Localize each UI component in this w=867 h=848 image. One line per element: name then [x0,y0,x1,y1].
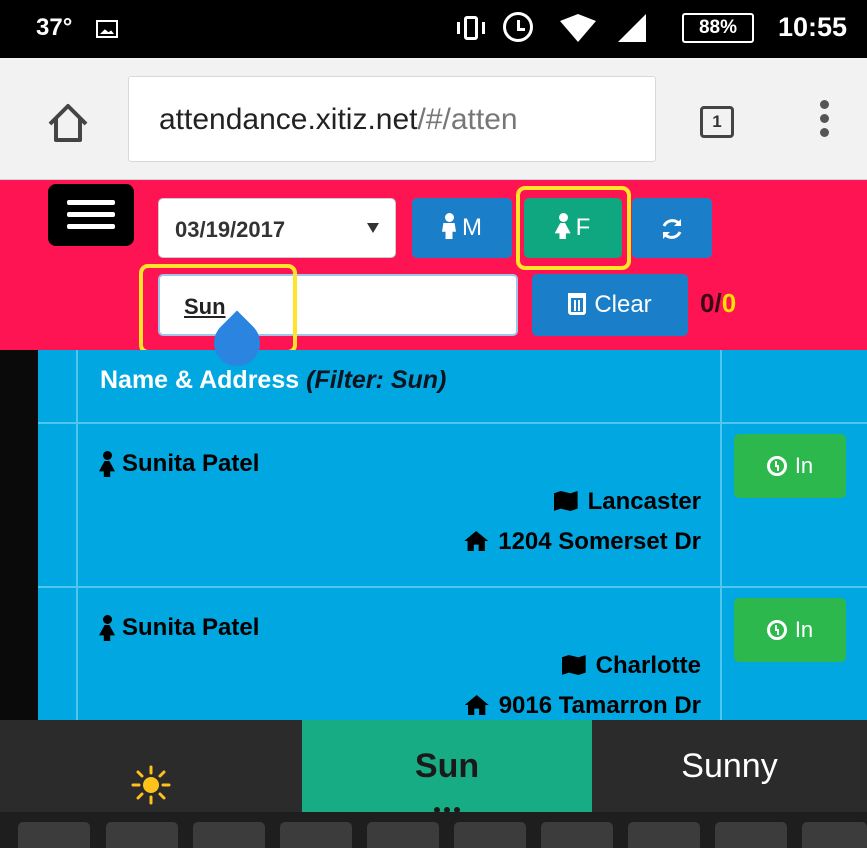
map-icon [561,655,586,675]
battery-icon: 88% [682,13,754,43]
overflow-menu-icon[interactable] [818,100,830,144]
header-filter: (Filter: Sun) [306,366,447,394]
keyboard-key[interactable] [280,822,352,848]
female-icon [100,451,114,475]
attendee-name: Sunita Patel [100,450,259,478]
clear-button[interactable]: Clear [532,274,688,336]
hamburger-menu-icon[interactable] [48,184,134,246]
refresh-icon [662,218,682,239]
refresh-button[interactable] [632,198,712,258]
keyboard-key[interactable] [18,822,90,848]
column-divider [720,424,722,586]
home-icon[interactable] [46,102,90,144]
city-text: Lancaster [587,488,701,515]
vibrate-icon [455,14,487,42]
header-label: Name & Address [100,366,300,394]
column-divider [720,350,722,422]
keyboard-keys [0,812,867,848]
city-text: Charlotte [595,652,701,679]
attendee-city: Charlotte [561,652,701,680]
suggestion-text: Sunny [681,747,778,785]
keyboard-key[interactable] [802,822,867,848]
url-text: attendance.xitiz.net/#/atten [159,103,649,137]
attendance-toolbar: 03/19/2017 M F Sun Clear 0/0 [0,180,867,354]
temperature: 37° [36,14,73,41]
keyboard-key[interactable] [193,822,265,848]
table-row: Sunita Patel Charlotte 9016 Tamarron Dr … [38,586,867,720]
table-row: Sunita Patel Lancaster 1204 Somerset Dr … [38,422,867,586]
home-icon [464,695,489,715]
check-in-button[interactable]: In [734,598,846,662]
name-text: Sunita Patel [122,450,260,477]
clear-label: Clear [594,291,652,318]
header-title: Name & Address (Filter: Sun) [100,366,446,395]
image-icon [96,20,118,38]
status-bar: 37° 88% 10:55 [0,0,867,58]
keyboard-key[interactable] [715,822,787,848]
suggestion-text: Sun [414,747,480,785]
page-content: 03/19/2017 M F Sun Clear 0/0 Name & Addr… [0,180,867,720]
wifi-icon [560,14,596,42]
check-in-label: In [794,453,814,478]
column-divider [38,588,78,720]
sun-emoji-icon [131,748,171,805]
count-total: 0 [721,288,737,318]
url-host: attendance.xitiz.net [159,103,418,136]
tab-switcher-button[interactable]: 1 [700,106,734,138]
clock-icon [766,620,787,640]
keyboard-key[interactable] [628,822,700,848]
address-text: 1204 Somerset Dr [498,528,701,555]
check-in-label: In [794,617,814,642]
count-matched: 0/ [700,288,722,318]
attendee-city: Lancaster [553,488,701,516]
attendee-table: Name & Address (Filter: Sun) Sunita Pate… [38,350,867,720]
column-divider [38,350,78,422]
map-icon [553,491,578,511]
clock-time: 10:55 [778,12,848,42]
check-in-button[interactable]: In [734,434,846,498]
suggestion-sun-emoji[interactable] [0,720,302,812]
trash-icon [568,293,587,315]
alarm-icon [503,12,533,42]
clock-icon [766,456,787,476]
suggestion-secondary[interactable]: Sunny [592,720,867,812]
male-icon [442,213,456,239]
column-divider [720,588,722,720]
attendee-name: Sunita Patel [100,614,259,642]
attendee-address: 9016 Tamarron Dr [464,692,701,720]
keyboard-key[interactable] [367,822,439,848]
suggestion-primary[interactable]: Sun [302,720,592,813]
date-value: 03/19/2017 [175,217,286,242]
keyboard-suggestion-bar: Sun Sunny [0,720,867,813]
result-count: 0/0 [700,288,736,319]
female-icon [100,615,114,639]
url-bar[interactable]: attendance.xitiz.net/#/atten [128,76,656,162]
signal-icon [618,14,646,42]
browser-toolbar: attendance.xitiz.net/#/atten 1 [0,58,867,180]
keyboard-key[interactable] [454,822,526,848]
keyboard-key[interactable] [106,822,178,848]
date-select[interactable]: 03/19/2017 [158,198,396,258]
address-text: 9016 Tamarron Dr [498,692,701,719]
keyboard-key[interactable] [541,822,613,848]
male-label: M [462,214,482,241]
home-icon [464,531,489,551]
female-button-highlight [516,186,631,270]
more-suggestions-icon [302,798,592,813]
name-text: Sunita Patel [122,614,260,641]
attendee-address: 1204 Somerset Dr [464,528,701,556]
caret-down-icon [367,223,379,233]
url-path: /#/atten [417,103,518,136]
table-header: Name & Address (Filter: Sun) [38,350,867,422]
column-divider [38,424,78,586]
male-filter-button[interactable]: M [412,198,512,258]
